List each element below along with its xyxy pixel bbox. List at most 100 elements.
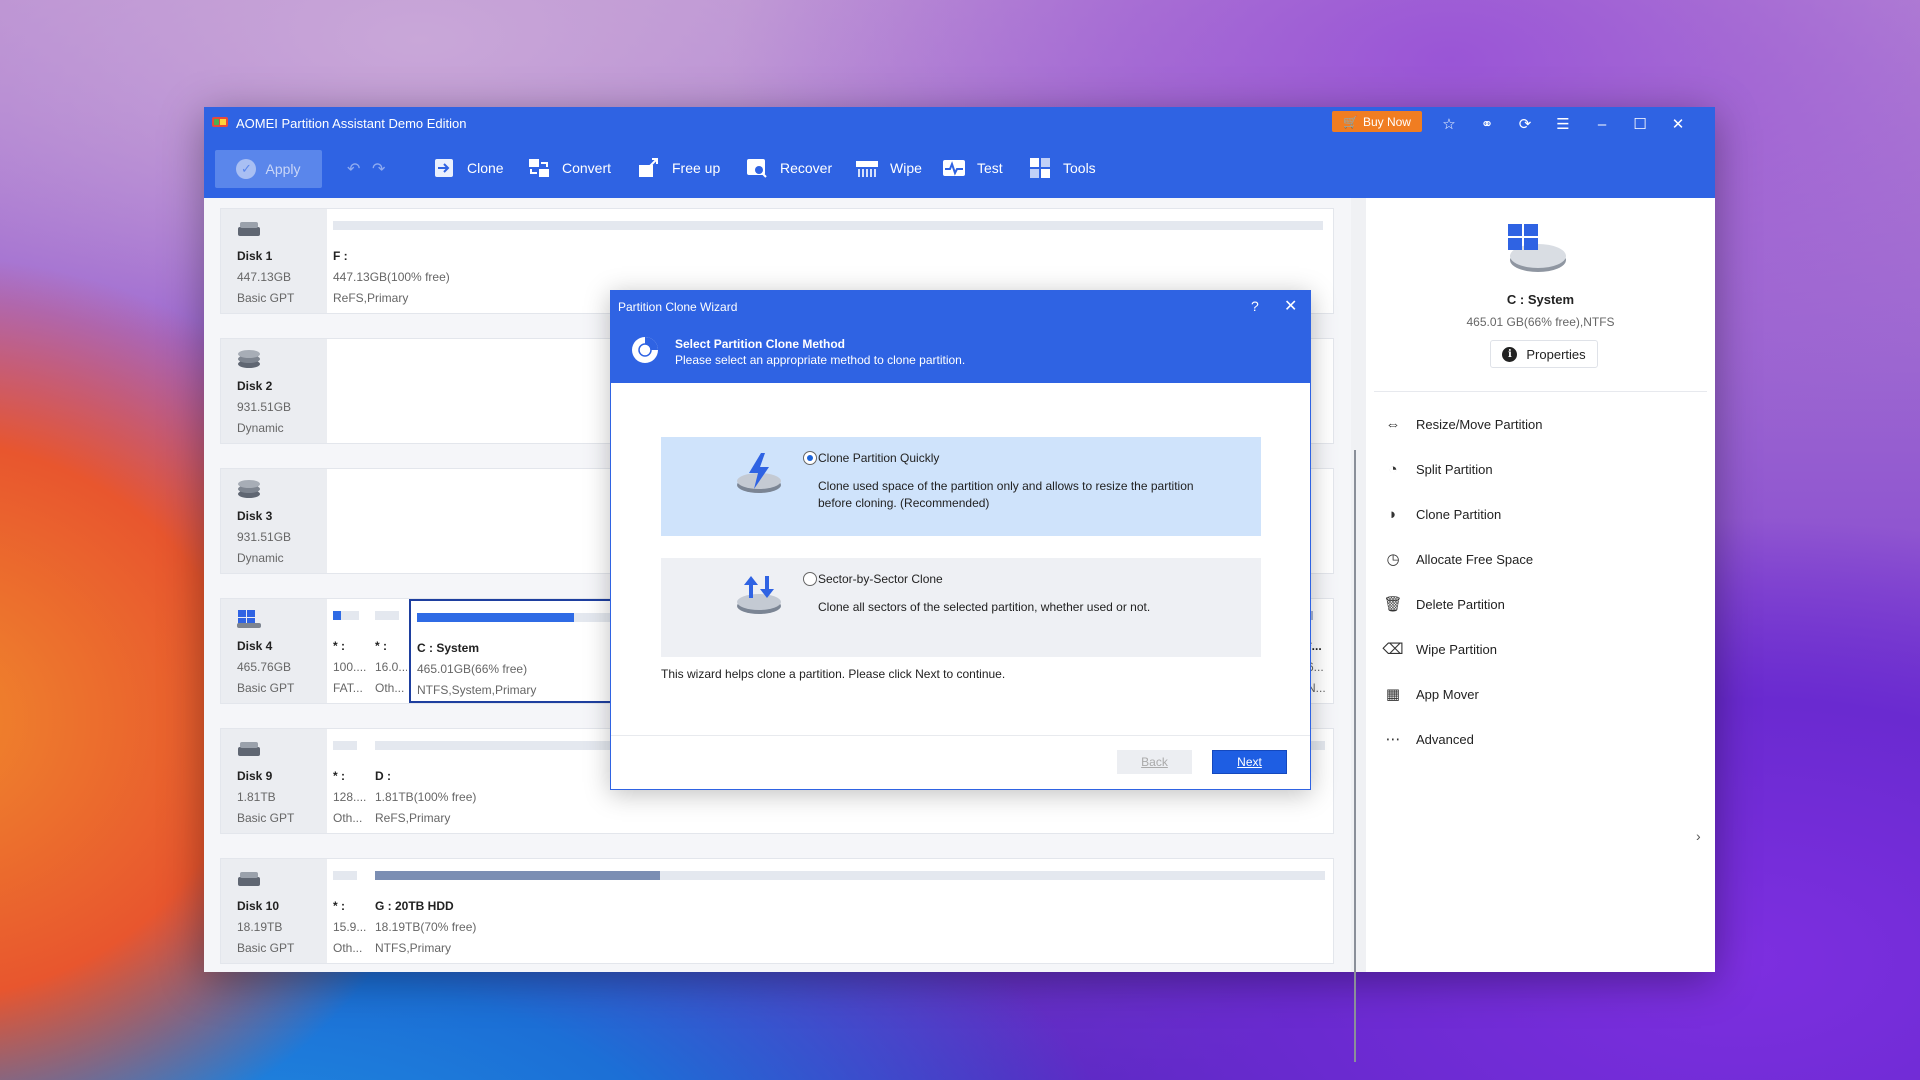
sector-clone-icon — [737, 576, 781, 614]
partition[interactable]: * : 100.... FAT... — [327, 599, 367, 703]
disk-label[interactable]: Disk 10 18.19TB Basic GPT — [221, 859, 327, 963]
toolbar-convert-label: Convert — [562, 160, 612, 176]
disk-label[interactable]: Disk 3 931.51GB Dynamic — [221, 469, 327, 573]
resize-icon: ⇔ — [1385, 415, 1401, 433]
next-button[interactable]: Next — [1212, 750, 1287, 774]
disk-type: Dynamic — [237, 551, 284, 565]
disk-label[interactable]: Disk 2 931.51GB Dynamic — [221, 339, 327, 443]
partition-name: * : — [333, 639, 345, 653]
toolbar-recover[interactable]: Recover — [745, 156, 832, 180]
partition-clone-wizard-dialog: Partition Clone Wizard ? ✕ Select Partit… — [610, 290, 1311, 790]
disk-type: Basic GPT — [237, 941, 295, 955]
option-clone-quickly[interactable]: Clone Partition Quickly Clone used space… — [661, 437, 1261, 536]
hdd-icon — [238, 872, 260, 886]
chevron-right-icon[interactable]: › — [1696, 828, 1701, 844]
op-resize-move-partition[interactable]: ⇔ Resize/Move Partition — [1384, 414, 1543, 434]
undo-icon[interactable]: ↶ — [347, 159, 360, 179]
op-wipe-partition[interactable]: ⌫ Wipe Partition — [1382, 639, 1497, 659]
clone-icon — [435, 159, 453, 177]
op-app-mover[interactable]: ▦ App Mover — [1384, 684, 1479, 704]
free-up-icon — [639, 158, 658, 177]
partition-name: * : — [333, 769, 345, 783]
disk-size: 931.51GB — [237, 400, 292, 414]
op-split-partition[interactable]: ◔ Split Partition — [1384, 459, 1493, 479]
op-label: Clone Partition — [1416, 506, 1502, 522]
info-icon: i — [1502, 346, 1518, 362]
toolbar-convert[interactable]: Convert — [527, 156, 611, 180]
partition-type: Oth... — [333, 941, 363, 955]
properties-button[interactable]: i Properties — [1490, 340, 1598, 368]
toolbar-wipe[interactable]: Wipe — [855, 156, 922, 180]
partition-info: 128.... — [333, 790, 367, 804]
dialog-heading: Select Partition Clone Method — [675, 337, 846, 351]
disk-label[interactable]: Disk 4 465.76GB Basic GPT — [221, 599, 327, 703]
partition-type: ReFS,Primary — [375, 811, 451, 825]
toolbar-test[interactable]: Test — [942, 156, 1003, 180]
disk-label[interactable]: Disk 1 447.13GB Basic GPT — [221, 209, 327, 313]
toolbar-tools[interactable]: Tools — [1028, 156, 1096, 180]
option-title: Sector-by-Sector Clone — [818, 572, 943, 586]
allocate-icon: ◷ — [1386, 551, 1400, 568]
app-header: AOMEI Partition Assistant Demo Edition 🛒… — [204, 107, 1715, 198]
hdd-icon — [238, 222, 260, 236]
op-advanced[interactable]: ⋯ Advanced — [1384, 729, 1474, 749]
minimize-icon[interactable]: – — [1591, 113, 1613, 135]
op-clone-partition[interactable]: ◗ Clone Partition — [1384, 504, 1501, 524]
key-icon[interactable]: ⚭ — [1476, 113, 1498, 135]
partition-info: 16.0... — [375, 660, 407, 674]
radio-sector-by-sector[interactable] — [803, 572, 817, 586]
check-icon: ✓ — [236, 159, 257, 179]
app-title: AOMEI Partition Assistant Demo Edition — [236, 116, 467, 131]
disk-size: 931.51GB — [237, 530, 292, 544]
help-icon[interactable]: ? — [1251, 298, 1259, 314]
close-icon[interactable]: ✕ — [1667, 113, 1689, 135]
system-disk-icon — [237, 610, 261, 628]
op-label: Advanced — [1416, 731, 1474, 747]
operations-panel: C : System 465.01 GB(66% free),NTFS i Pr… — [1366, 198, 1715, 972]
maximize-icon[interactable]: ☐ — [1629, 113, 1651, 135]
more-icon: ⋯ — [1385, 731, 1401, 748]
usage-bar — [333, 871, 357, 880]
scrollbar-thumb[interactable] — [1354, 450, 1356, 1062]
pie-clone-icon — [632, 337, 658, 363]
refresh-icon[interactable]: ⟳ — [1514, 113, 1536, 135]
title-bar: AOMEI Partition Assistant Demo Edition 🛒… — [204, 107, 1715, 139]
op-allocate-free-space[interactable]: ◷ Allocate Free Space — [1384, 549, 1533, 569]
clone-partition-icon: ◗ — [1388, 505, 1398, 523]
disk-row[interactable]: Disk 10 18.19TB Basic GPT * : 15.9... Ot… — [220, 858, 1334, 964]
radio-clone-quickly[interactable] — [803, 451, 817, 465]
disk-label[interactable]: Disk 9 1.81TB Basic GPT — [221, 729, 327, 833]
apply-button[interactable]: ✓ Apply — [215, 150, 322, 188]
partition[interactable]: G : 20TB HDD 18.19TB(70% free) NTFS,Prim… — [369, 859, 1329, 963]
toolbar-recover-label: Recover — [780, 160, 833, 176]
toolbar-clone[interactable]: Clone — [432, 156, 504, 180]
op-label: Allocate Free Space — [1416, 551, 1534, 567]
toolbar-free-up-label: Free up — [672, 160, 721, 176]
redo-icon[interactable]: ↷ — [372, 159, 385, 179]
partition-name: C : System — [417, 641, 480, 655]
star-icon[interactable]: ☆ — [1438, 113, 1460, 135]
partition[interactable]: * : 15.9... Oth... — [327, 859, 367, 963]
disk-type: Dynamic — [237, 421, 284, 435]
option-sector-by-sector[interactable]: Sector-by-Sector Clone Clone all sectors… — [661, 558, 1261, 657]
toolbar-free-up[interactable]: Free up — [637, 156, 720, 180]
disk-name: Disk 10 — [237, 899, 280, 913]
selected-partition-title: C : System — [1506, 292, 1575, 307]
partition-type: Oth... — [375, 681, 405, 695]
back-button[interactable]: Back — [1117, 750, 1192, 774]
op-label: Resize/Move Partition — [1416, 416, 1543, 432]
dynamic-disk-icon — [238, 480, 260, 498]
properties-label: Properties — [1526, 346, 1586, 362]
op-label: Split Partition — [1416, 461, 1493, 477]
partition[interactable]: * : 16.0... Oth... — [369, 599, 407, 703]
op-delete-partition[interactable]: 🗑 Delete Partition — [1383, 594, 1504, 614]
partition-info: 15.9... — [333, 920, 367, 934]
dialog-close-icon[interactable]: ✕ — [1284, 296, 1297, 316]
op-label: Wipe Partition — [1416, 641, 1497, 657]
buy-now-button[interactable]: 🛒 Buy Now — [1332, 111, 1422, 132]
option-title: Clone Partition Quickly — [818, 451, 940, 465]
partition-name: G : 20TB HDD — [375, 899, 454, 913]
menu-icon[interactable]: ☰ — [1552, 113, 1574, 135]
partition[interactable]: * : 128.... Oth... — [327, 729, 367, 833]
toolbar-clone-label: Clone — [467, 160, 504, 176]
